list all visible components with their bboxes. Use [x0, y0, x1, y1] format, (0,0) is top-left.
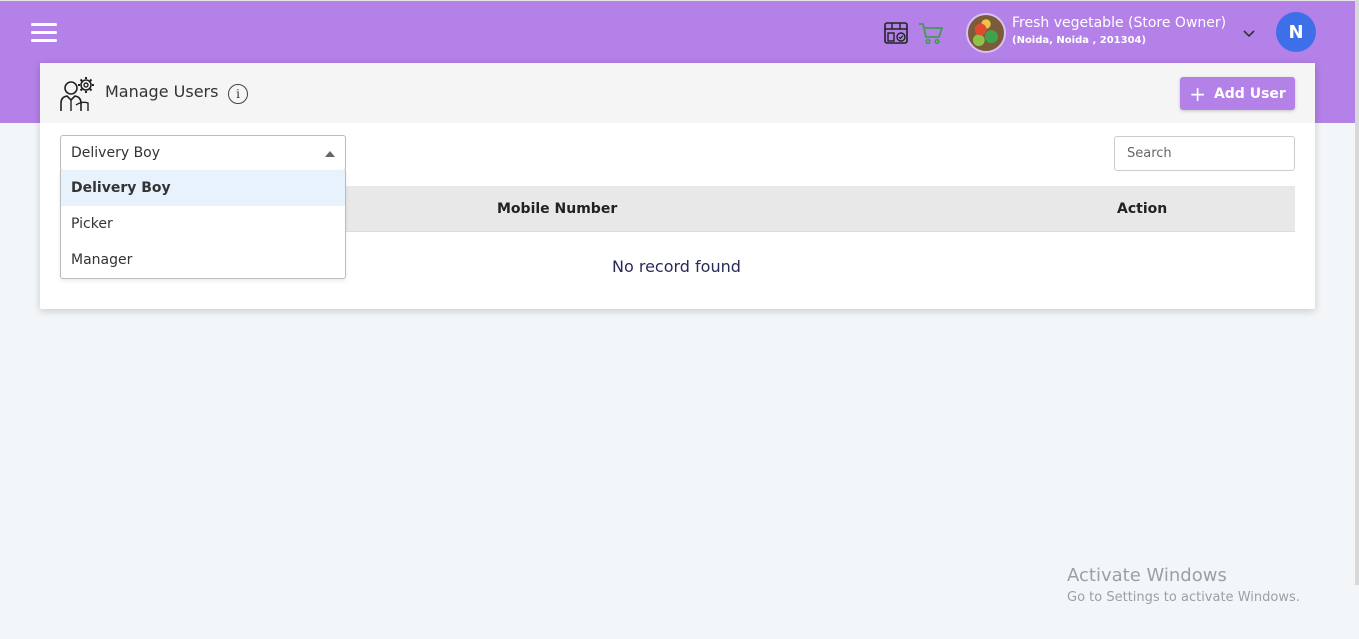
role-select-value: Delivery Boy	[71, 145, 161, 161]
chevron-down-icon[interactable]	[1242, 26, 1256, 40]
store-icon[interactable]	[883, 20, 909, 46]
page-scrollbar[interactable]	[1355, 0, 1359, 585]
topbar-border	[0, 0, 1359, 1]
card-header: Manage Users i + Add User	[40, 63, 1315, 123]
page-title: Manage Users	[105, 82, 219, 101]
store-address: (Noida, Noida , 201304)	[1012, 35, 1147, 46]
plus-icon: +	[1189, 81, 1206, 106]
empty-state-message: No record found	[612, 257, 741, 276]
dropdown-option-manager[interactable]: Manager	[61, 242, 345, 278]
cart-icon[interactable]	[918, 20, 944, 46]
role-dropdown-menu: Delivery Boy Picker Manager	[60, 170, 346, 279]
column-header-mobile-number[interactable]: Mobile Number	[497, 201, 617, 217]
user-avatar[interactable]: N	[1276, 12, 1316, 52]
add-user-label: Add User	[1213, 85, 1286, 102]
column-header-action[interactable]: Action	[1117, 201, 1167, 217]
store-avatar[interactable]	[966, 13, 1006, 53]
caret-up-icon	[325, 151, 335, 157]
activate-windows-title: Activate Windows	[1067, 565, 1227, 586]
hamburger-menu-icon[interactable]	[31, 23, 57, 43]
role-select[interactable]: Delivery Boy	[60, 135, 346, 171]
add-user-button[interactable]: + Add User	[1180, 77, 1295, 110]
dropdown-option-picker[interactable]: Picker	[61, 206, 345, 242]
info-icon[interactable]: i	[228, 84, 248, 104]
store-name[interactable]: Fresh vegetable (Store Owner)	[1012, 15, 1226, 31]
dropdown-option-delivery-boy[interactable]: Delivery Boy	[61, 170, 345, 206]
users-gear-icon	[60, 77, 94, 111]
activate-windows-subtitle: Go to Settings to activate Windows.	[1067, 590, 1300, 605]
search-input[interactable]	[1114, 136, 1295, 171]
